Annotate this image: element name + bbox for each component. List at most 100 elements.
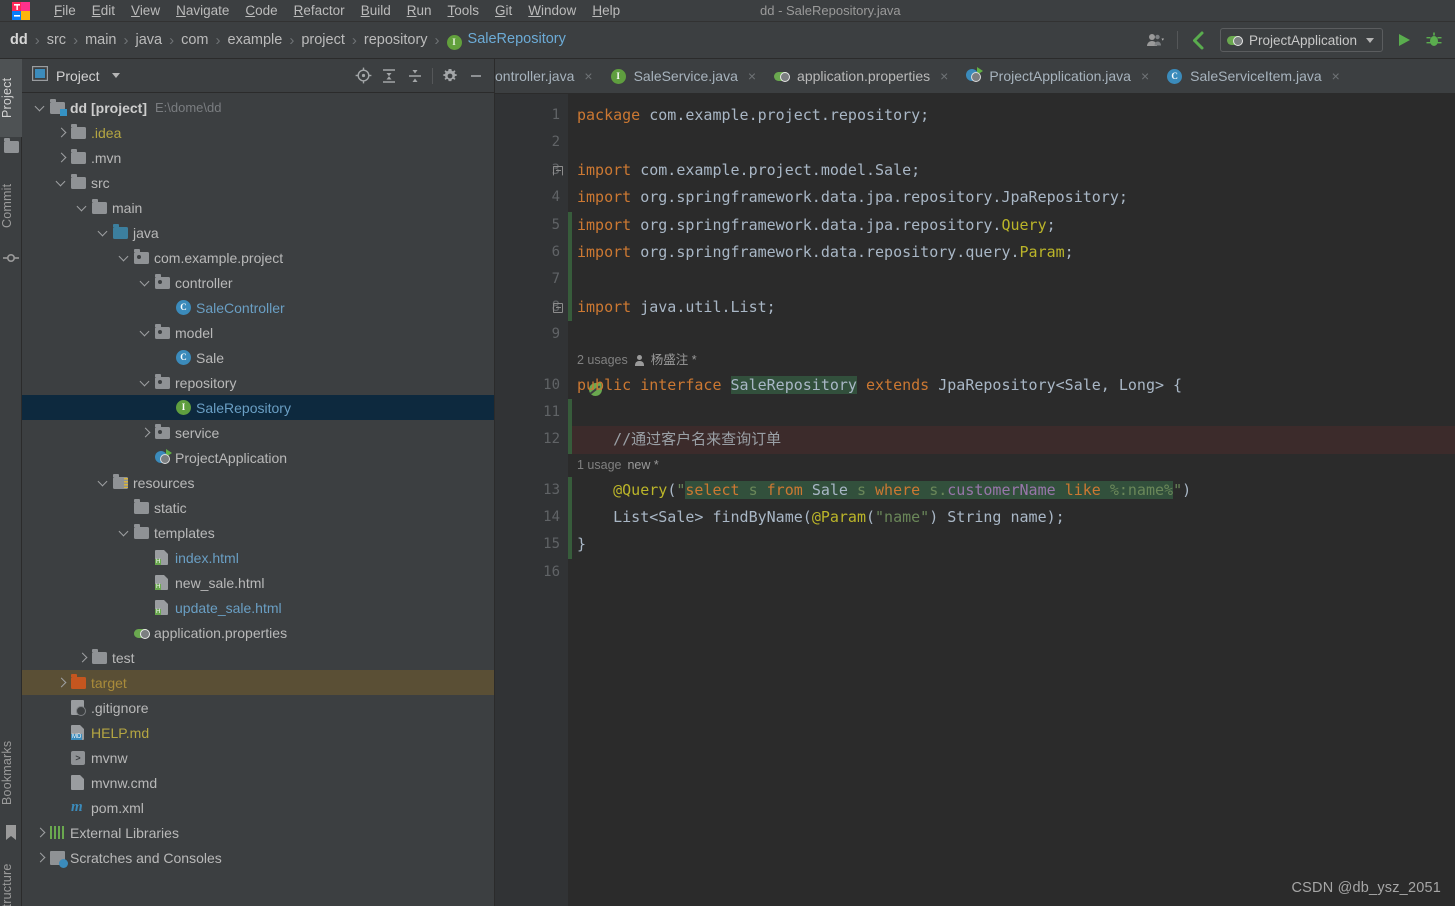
tree-node-mvnw.cmd[interactable]: mvnw.cmd (22, 770, 494, 795)
code-content[interactable]: package com.example.project.repository; i… (553, 94, 1455, 906)
tree-node-projectapplication[interactable]: ProjectApplication (22, 445, 494, 470)
tree-node-com.example.project[interactable]: com.example.project (22, 245, 494, 270)
tree-node-target[interactable]: target (22, 670, 494, 695)
breadcrumb-item-salerepository[interactable]: I SaleRepository (446, 31, 566, 50)
tree-node-help.md[interactable]: MD HELP.md (22, 720, 494, 745)
menu-item-refactor[interactable]: Refactor (286, 1, 353, 21)
tool-tab-bookmarks[interactable]: Bookmarks (0, 727, 22, 819)
tool-tab-commit[interactable]: Commit (0, 167, 22, 245)
inlay-hint-usages[interactable]: 2 usages (577, 349, 628, 372)
breadcrumb[interactable]: dd › src › main › java › com › example › project › rep… (0, 31, 566, 50)
code-line[interactable] (568, 398, 1455, 427)
tree-node-static[interactable]: static (22, 495, 494, 520)
code-line[interactable] (568, 266, 1455, 294)
line-number[interactable]: 12 (495, 426, 596, 453)
locate-icon[interactable] (351, 64, 375, 88)
tree-node-index.html[interactable]: Hindex.html (22, 545, 494, 570)
breadcrumb-item-example[interactable]: example (228, 32, 283, 48)
tree-node-mvnw[interactable]: > mvnw (22, 745, 494, 770)
chevron-down-icon[interactable] (139, 276, 152, 289)
code-line[interactable] (568, 559, 1455, 586)
close-icon[interactable]: × (940, 68, 948, 84)
tree-node-external-libraries[interactable]: External Libraries (22, 820, 494, 845)
code-line[interactable]: import java.util.List; (553, 293, 1455, 322)
editor-tab-ontroller.java[interactable]: ontroller.java × (495, 59, 602, 93)
gear-icon[interactable] (438, 64, 462, 88)
inlay-hint[interactable]: 1 usage new * (568, 454, 1455, 477)
chevron-down-icon[interactable] (139, 376, 152, 389)
chevron-right-icon[interactable] (55, 151, 68, 164)
chevron-down-icon[interactable] (76, 201, 89, 214)
inlay-hint-author[interactable]: new * (627, 454, 658, 477)
menu-item-git[interactable]: Git (487, 1, 520, 21)
tree-node-service[interactable]: service (22, 420, 494, 445)
line-number[interactable]: 2 (495, 129, 568, 156)
tree-node-repository[interactable]: repository (22, 370, 494, 395)
breadcrumb-item-java[interactable]: java (136, 32, 163, 48)
editor-tab-saleserviceitem.java[interactable]: C SaleServiceItem.java × (1158, 59, 1349, 93)
code-editor[interactable]: 1 2 3 4 5 6 7 8 9 10 11 12 13 14 15 16 package com.exam… (495, 94, 1455, 906)
menu-item-code[interactable]: Code (237, 1, 285, 21)
tree-node-application.properties[interactable]: application.properties (22, 620, 494, 645)
menu-item-build[interactable]: Build (353, 1, 399, 21)
code-line[interactable]: import org.springframework.data.jpa.repo… (568, 211, 1455, 239)
code-line[interactable]: //通过客户名来查询订单 (568, 426, 1455, 454)
editor-tab-projectapplication.java[interactable]: ProjectApplication.java × (957, 59, 1158, 93)
chevron-right-icon[interactable] (55, 126, 68, 139)
line-number[interactable]: 10 (495, 372, 568, 399)
chevron-right-icon[interactable] (34, 826, 47, 839)
tree-node-new-sale.html[interactable]: Hnew_sale.html (22, 570, 494, 595)
code-line[interactable]: } (568, 531, 1455, 559)
code-line[interactable]: List<Sale> findByName(@Param("name") Str… (568, 504, 1455, 532)
tree-node-test[interactable]: test (22, 645, 494, 670)
tree-node-.mvn[interactable]: .mvn (22, 145, 494, 170)
menu-item-help[interactable]: Help (584, 1, 628, 21)
code-fold-icon[interactable] (553, 302, 563, 313)
code-line[interactable]: import org.springframework.data.jpa.repo… (568, 184, 1455, 211)
account-icon[interactable] (1141, 25, 1171, 55)
close-icon[interactable]: × (1332, 68, 1340, 84)
inlay-hint-usages[interactable]: 1 usage (577, 454, 621, 477)
editor-tab-application.properties[interactable]: application.properties × (765, 59, 957, 93)
tree-node-templates[interactable]: templates (22, 520, 494, 545)
code-line[interactable]: import com.example.project.model.Sale; (553, 157, 1455, 184)
line-number[interactable]: 14 (495, 504, 568, 531)
menu-item-run[interactable]: Run (399, 1, 440, 21)
breadcrumb-item-main[interactable]: main (85, 32, 116, 48)
breadcrumb-item-project[interactable]: project (301, 32, 345, 48)
editor-tab-saleservice.java[interactable]: I SaleService.java × (602, 59, 765, 93)
close-icon[interactable]: × (748, 68, 756, 84)
chevron-right-icon[interactable] (139, 426, 152, 439)
chevron-down-icon[interactable] (97, 476, 110, 489)
line-number[interactable]: 15 (495, 531, 568, 558)
tree-node-sale[interactable]: C Sale (22, 345, 494, 370)
chevron-down-icon[interactable] (55, 176, 68, 189)
chevron-down-icon[interactable] (111, 73, 120, 78)
breadcrumb-item-dd[interactable]: dd (10, 32, 28, 48)
tree-node-java[interactable]: java (22, 220, 494, 245)
tool-tab-project[interactable]: Project (0, 59, 22, 137)
chevron-down-icon[interactable] (34, 101, 47, 114)
line-number[interactable]: 6 (495, 239, 568, 266)
code-line[interactable] (568, 129, 1455, 156)
run-button[interactable] (1389, 25, 1419, 55)
chevron-right-icon[interactable] (76, 651, 89, 664)
minimize-icon[interactable] (464, 64, 488, 88)
chevron-down-icon[interactable] (139, 326, 152, 339)
tree-node-model[interactable]: model (22, 320, 494, 345)
line-number[interactable]: 5 (495, 212, 568, 239)
menu-item-edit[interactable]: Edit (84, 1, 123, 21)
menu-item-view[interactable]: View (123, 1, 168, 21)
tree-node-resources[interactable]: resources (22, 470, 494, 495)
tree-node-main[interactable]: main (22, 195, 494, 220)
line-number[interactable]: 7 (495, 266, 568, 293)
code-line[interactable] (568, 321, 1455, 348)
expand-all-icon[interactable] (377, 64, 401, 88)
code-fold-icon[interactable] (553, 165, 563, 176)
line-number[interactable]: 11 (495, 399, 568, 426)
updates-icon[interactable] (1184, 25, 1214, 55)
tree-node-salerepository[interactable]: I SaleRepository (22, 395, 494, 420)
line-number[interactable]: 4 (495, 184, 568, 211)
chevron-right-icon[interactable] (34, 851, 47, 864)
tree-node-controller[interactable]: controller (22, 270, 494, 295)
